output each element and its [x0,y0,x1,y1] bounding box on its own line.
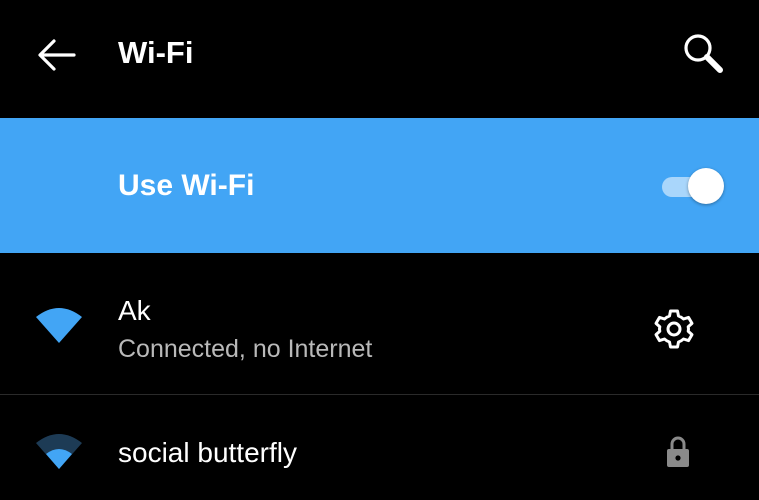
app-bar: Wi-Fi [0,0,759,118]
page-title: Wi-Fi [118,35,194,70]
search-button[interactable] [676,26,732,82]
arrow-left-icon [38,39,76,71]
wifi-signal-medium-icon [36,434,82,469]
gear-icon [654,309,694,349]
wifi-settings-screen: Wi-Fi Use Wi-Fi Ak Connected, no Interne… [0,0,759,500]
use-wifi-row[interactable]: Use Wi-Fi [0,118,759,253]
network-status: Connected, no Internet [118,335,373,363]
switch-thumb [688,168,724,204]
back-button[interactable] [28,28,84,84]
search-icon [684,34,723,73]
use-wifi-label: Use Wi-Fi [118,169,255,202]
network-row-ak[interactable]: Ak Connected, no Internet [0,253,759,395]
wifi-signal-full-icon [36,308,82,343]
network-name: social butterfly [118,437,297,468]
network-row-social-butterfly[interactable]: social butterfly [0,395,759,500]
lock-icon [667,436,689,467]
network-name: Ak [118,295,151,326]
network-settings-button[interactable] [650,305,698,353]
wifi-toggle-switch[interactable] [660,168,726,206]
